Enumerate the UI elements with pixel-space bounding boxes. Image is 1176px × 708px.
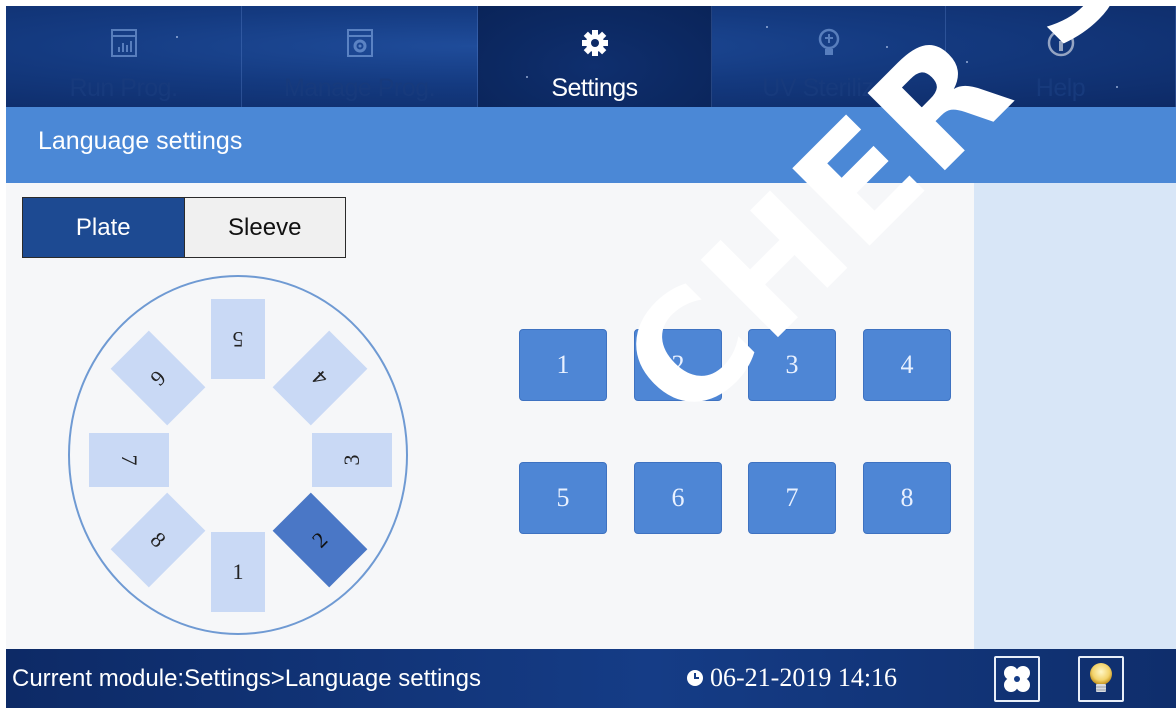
wheel-slot-1[interactable]: 1 — [211, 532, 265, 612]
star-decoration — [526, 76, 528, 78]
tab-manage-prog[interactable]: Manage Prog. — [242, 6, 478, 107]
wheel-slot-5[interactable]: 5 — [211, 299, 265, 379]
fan-icon — [1004, 666, 1030, 692]
tab-label: Run Prog. — [69, 74, 178, 102]
right-panel — [974, 183, 1176, 649]
position-button-8[interactable]: 8 — [863, 462, 951, 534]
star-decoration — [766, 26, 768, 28]
tab-label: UV Sterilizer — [762, 74, 895, 102]
lightbulb-icon — [814, 28, 844, 58]
star-decoration — [176, 36, 178, 38]
position-button-3[interactable]: 3 — [748, 329, 836, 401]
lightbulb-icon — [1090, 663, 1112, 692]
section-title: Language settings — [38, 127, 243, 155]
gear-doc-icon — [345, 28, 375, 58]
gear-icon — [580, 28, 610, 58]
tab-label: Manage Prog. — [283, 74, 436, 102]
tab-uv-sterilizer[interactable]: UV Sterilizer — [712, 6, 946, 107]
tab-label: Settings — [551, 74, 638, 102]
clock-icon — [687, 670, 703, 686]
wheel-slot-3[interactable]: 3 — [312, 433, 392, 487]
top-navigation: Run Prog. Manage Prog. Settings UV Steri… — [6, 6, 1176, 107]
position-button-1[interactable]: 1 — [519, 329, 607, 401]
wheel-slot-7[interactable]: 7 — [89, 433, 169, 487]
position-button-2[interactable]: 2 — [634, 329, 722, 401]
tab-settings[interactable]: Settings — [478, 6, 712, 107]
position-button-5[interactable]: 5 — [519, 462, 607, 534]
section-header: Language settings — [6, 107, 1176, 183]
position-button-6[interactable]: 6 — [634, 462, 722, 534]
plate-sleeve-toggle: Plate Sleeve — [22, 197, 346, 258]
light-button[interactable] — [1078, 656, 1124, 702]
fan-button[interactable] — [994, 656, 1040, 702]
datetime-text: 06-21-2019 14:16 — [710, 663, 898, 692]
star-decoration — [1116, 86, 1118, 88]
star-decoration — [966, 61, 968, 63]
position-button-7[interactable]: 7 — [748, 462, 836, 534]
datetime-display: 06-21-2019 14:16 — [686, 663, 897, 693]
star-decoration — [886, 46, 888, 48]
position-button-4[interactable]: 4 — [863, 329, 951, 401]
bar-chart-icon — [109, 28, 139, 58]
tab-run-prog[interactable]: Run Prog. — [6, 6, 242, 107]
sleeve-button[interactable]: Sleeve — [183, 198, 345, 257]
info-icon — [1046, 28, 1076, 58]
plate-button[interactable]: Plate — [23, 198, 184, 257]
tab-help[interactable]: Help — [946, 6, 1176, 107]
tab-label: Help — [1035, 74, 1086, 102]
current-module-text: Current module:Settings>Language setting… — [12, 665, 481, 692]
